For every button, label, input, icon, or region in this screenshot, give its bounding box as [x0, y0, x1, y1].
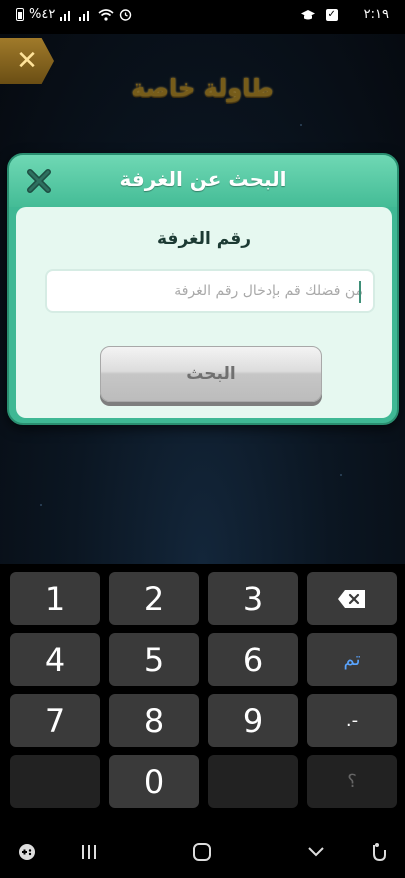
key-label: 6 — [242, 640, 264, 679]
key-label: 5 — [143, 640, 165, 679]
key-done[interactable]: تم — [307, 633, 397, 686]
close-icon: ✕ — [16, 46, 38, 76]
checkbox-notification-icon: ✓ — [325, 8, 338, 21]
dialog-body: رقم الغرفة البحث — [16, 207, 392, 418]
key-label: ؟ — [347, 771, 357, 792]
key-2[interactable]: 2 — [109, 572, 199, 625]
key-label: 7 — [44, 701, 66, 740]
key-backspace[interactable] — [307, 572, 397, 625]
dialog-title: البحث عن الغرفة — [119, 167, 287, 191]
key-label: 0 — [143, 762, 165, 801]
key-label: 9 — [242, 701, 264, 740]
recent-apps-icon[interactable] — [76, 839, 102, 865]
alarm-icon — [120, 9, 132, 21]
key-1[interactable]: 1 — [10, 572, 100, 625]
key-8[interactable]: 8 — [109, 694, 199, 747]
numeric-keyboard: 1 2 3 4 5 6 تم 7 8 9 .- 0 ؟ — [0, 564, 405, 825]
signal-icon — [60, 10, 71, 21]
key-label: 8 — [143, 701, 165, 740]
battery-percent: %٤٢ — [29, 7, 56, 22]
star — [300, 124, 302, 126]
key-question: ؟ — [307, 755, 397, 808]
navigation-bar — [0, 825, 405, 878]
status-right: ✓ ٢:١٩ — [300, 7, 389, 22]
key-6[interactable]: 6 — [208, 633, 298, 686]
close-icon[interactable] — [23, 165, 55, 197]
clock: ٢:١٩ — [363, 7, 389, 22]
key-label: .- — [345, 710, 359, 731]
backspace-icon — [338, 589, 365, 608]
wifi-icon — [98, 8, 114, 21]
hide-keyboard-icon[interactable] — [303, 839, 329, 865]
key-dot-minus[interactable]: .- — [307, 694, 397, 747]
key-label: 2 — [143, 579, 165, 618]
status-bar: %٤٢ ✓ ٢:١٩ — [0, 0, 405, 34]
gamepad-icon[interactable] — [14, 839, 40, 865]
search-button[interactable]: البحث — [100, 346, 322, 402]
star — [340, 474, 342, 476]
key-3[interactable]: 3 — [208, 572, 298, 625]
room-number-input[interactable] — [45, 269, 375, 313]
key-empty — [208, 755, 298, 808]
home-icon[interactable] — [189, 839, 215, 865]
battery-icon — [16, 8, 24, 21]
search-button-label: البحث — [186, 364, 236, 384]
key-label: 1 — [44, 579, 66, 618]
accessibility-icon[interactable] — [366, 839, 392, 865]
key-label: 4 — [44, 640, 66, 679]
key-5[interactable]: 5 — [109, 633, 199, 686]
key-label: تم — [343, 649, 361, 670]
star — [40, 504, 42, 506]
text-cursor — [359, 281, 361, 303]
key-9[interactable]: 9 — [208, 694, 298, 747]
status-left: %٤٢ — [16, 7, 132, 22]
key-0[interactable]: 0 — [109, 755, 199, 808]
key-4[interactable]: 4 — [10, 633, 100, 686]
graduation-cap-icon — [300, 9, 315, 19]
key-label: 3 — [242, 579, 264, 618]
key-7[interactable]: 7 — [10, 694, 100, 747]
room-number-label: رقم الغرفة — [157, 229, 251, 249]
page-title: طاولة خاصة — [131, 74, 274, 102]
signal-icon-2 — [79, 10, 90, 21]
key-empty — [10, 755, 100, 808]
search-room-dialog: البحث عن الغرفة رقم الغرفة البحث — [7, 153, 399, 425]
